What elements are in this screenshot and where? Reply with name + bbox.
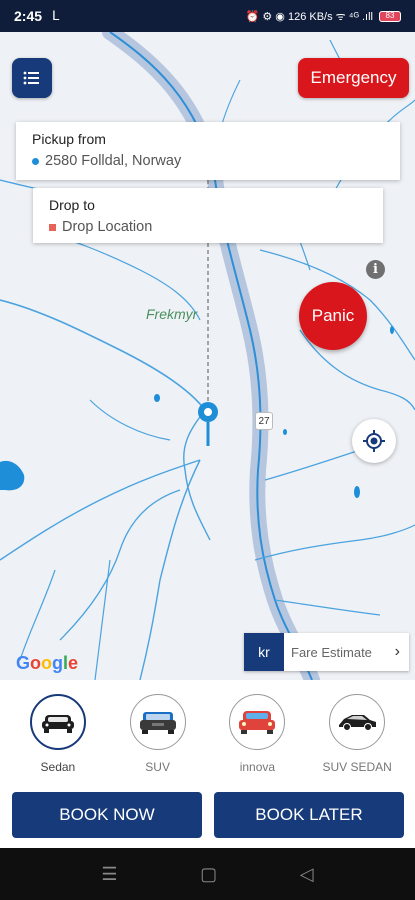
status-indicator-text: ⏰ ⚙ ◉ 126 KB/s ᯤ ⁴ᴳ .ıll xyxy=(245,10,373,23)
fare-estimate-button[interactable]: Fare Estimate › xyxy=(284,633,409,671)
panic-button[interactable]: Panic xyxy=(299,282,367,350)
status-bar: 2:45 ᒪ ⏰ ⚙ ◉ 126 KB/s ᯤ ⁴ᴳ .ıll 83 xyxy=(0,0,415,32)
pickup-dot-icon xyxy=(32,157,39,165)
vehicle-icon-circle xyxy=(29,694,86,750)
drop-location: Drop Location xyxy=(49,219,367,235)
drop-title: Drop to xyxy=(49,197,95,213)
chevron-right-icon: › xyxy=(394,643,400,660)
vehicle-label: Sedan xyxy=(40,760,76,774)
back-icon[interactable]: ◁ xyxy=(300,864,314,885)
vehicle-label: SUV xyxy=(145,760,170,774)
home-icon[interactable]: ▢ xyxy=(200,864,217,885)
suv-sedan-car-icon xyxy=(339,715,377,731)
vehicle-icon-circle xyxy=(329,694,386,750)
pickup-location: 2580 Folldal, Norway xyxy=(32,153,384,169)
battery-icon: 83 xyxy=(379,10,401,22)
pickup-address: 2580 Folldal, Norway xyxy=(45,153,182,169)
suv-car-icon xyxy=(139,712,176,734)
vehicle-option-sedan[interactable]: Sedan xyxy=(13,694,103,774)
pickup-card[interactable]: Pickup from 2580 Folldal, Norway xyxy=(16,122,400,180)
sedan-car-icon xyxy=(41,715,74,733)
vehicle-list: Sedan SUV innova SUV SEDAN xyxy=(0,694,415,774)
vehicle-icon-circle xyxy=(129,694,186,750)
vehicle-label: innova xyxy=(239,760,276,774)
pickup-title: Pickup from xyxy=(32,131,106,147)
book-later-button[interactable]: BOOK LATER xyxy=(214,792,404,838)
emergency-button[interactable]: Emergency xyxy=(298,58,409,98)
notification-icon: ᒪ xyxy=(52,8,60,23)
book-now-button[interactable]: BOOK NOW xyxy=(12,792,202,838)
road-number-badge: 27 xyxy=(255,412,273,430)
info-icon[interactable]: i xyxy=(366,260,385,279)
crosshair-icon xyxy=(363,430,385,452)
list-icon xyxy=(23,71,39,85)
map-place-label: Frekmyr xyxy=(146,306,198,322)
google-logo: Google xyxy=(16,653,79,673)
status-time: 2:45 xyxy=(14,8,43,24)
drop-square-icon xyxy=(49,223,56,231)
vehicle-option-suv[interactable]: SUV xyxy=(113,694,203,774)
system-nav-bar: ☰ ▢ ◁ xyxy=(0,848,415,900)
vehicle-label: SUV SEDAN xyxy=(322,760,392,774)
vehicle-option-innova[interactable]: innova xyxy=(212,694,302,774)
fare-estimate-label: Fare Estimate xyxy=(291,644,372,660)
menu-button[interactable] xyxy=(12,58,52,98)
vehicle-panel: Sedan SUV innova SUV SEDAN BOOK NOW BOOK… xyxy=(0,680,415,848)
fare-currency: kr xyxy=(244,633,284,671)
innova-car-icon xyxy=(239,711,276,734)
recent-apps-icon[interactable]: ☰ xyxy=(101,864,117,885)
vehicle-icon-circle xyxy=(229,694,286,750)
drop-card[interactable]: Drop to Drop Location xyxy=(33,188,383,243)
drop-address: Drop Location xyxy=(62,219,153,235)
vehicle-option-suv-sedan[interactable]: SUV SEDAN xyxy=(312,694,402,774)
my-location-button[interactable] xyxy=(352,419,396,463)
fare-estimate-bar[interactable]: kr Fare Estimate › xyxy=(244,633,409,671)
status-indicators: ⏰ ⚙ ◉ 126 KB/s ᯤ ⁴ᴳ .ıll 83 xyxy=(246,9,401,24)
